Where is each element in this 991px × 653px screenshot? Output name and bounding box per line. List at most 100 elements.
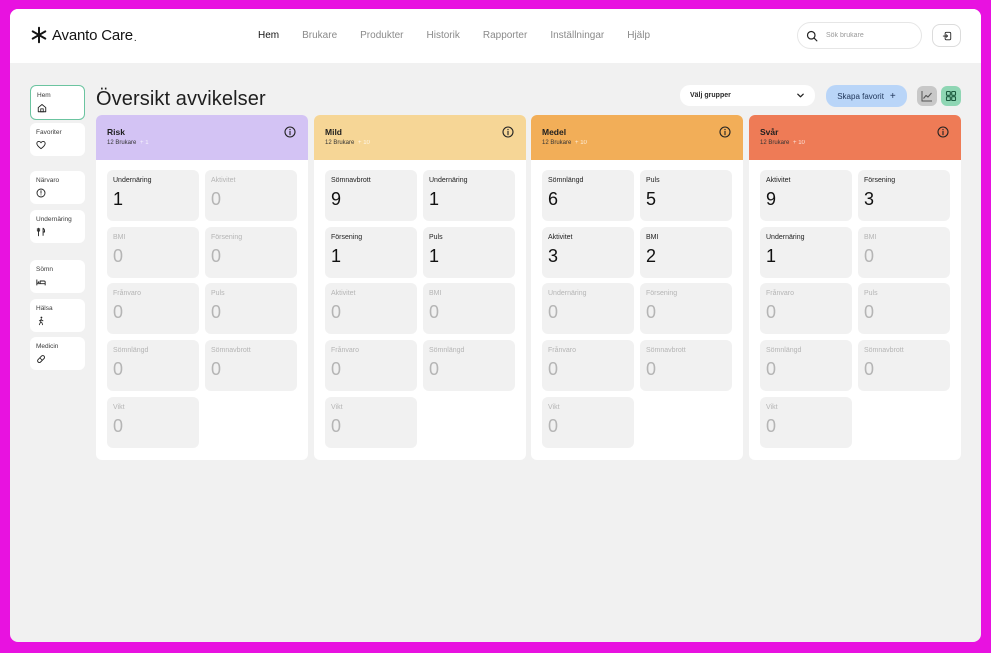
deviation-card[interactable]: Aktivitet 3 xyxy=(542,226,634,278)
card-label: Sömnlängd xyxy=(429,347,465,355)
sidebar-item-favoriter[interactable]: Favoriter xyxy=(30,123,85,156)
info-icon[interactable] xyxy=(502,126,514,138)
card-value: 0 xyxy=(211,189,222,209)
nav-item-rapporter[interactable]: Rapporter xyxy=(483,30,527,41)
card-value: 1 xyxy=(429,245,440,266)
deviation-card[interactable]: BMI 2 xyxy=(640,226,732,278)
sidebar-item-label: Närvaro xyxy=(36,177,60,184)
clock-icon xyxy=(36,188,79,198)
card-value: 0 xyxy=(864,245,875,266)
card-label: Undernäring xyxy=(548,290,587,298)
deviation-card[interactable]: Aktivitet 9 xyxy=(760,170,852,221)
deviation-card[interactable]: Frånvaro 0 xyxy=(325,340,417,392)
nav-item-produkter[interactable]: Produkter xyxy=(360,30,403,41)
deviation-card[interactable]: Vikt 0 xyxy=(542,396,634,448)
deviation-card[interactable]: Vikt 0 xyxy=(325,396,417,448)
sidebar-item-narvaro[interactable]: Närvaro xyxy=(30,171,85,204)
sidebar-item-undernaring[interactable]: Undernäring xyxy=(30,210,85,243)
deviation-card[interactable]: Vikt 0 xyxy=(107,396,199,448)
deviation-card[interactable]: Sömnlängd 0 xyxy=(423,340,515,392)
deviation-card[interactable]: Frånvaro 0 xyxy=(542,340,634,392)
deviation-card[interactable]: Vikt 0 xyxy=(760,396,852,448)
nav-item-historik[interactable]: Historik xyxy=(427,30,460,41)
chart-view-button[interactable] xyxy=(917,86,937,106)
deviation-card[interactable]: Sömnavbrott 0 xyxy=(205,340,297,392)
deviation-card[interactable]: Undernäring 1 xyxy=(760,226,852,278)
card-label: Försening xyxy=(211,233,243,241)
search-input[interactable] xyxy=(826,32,911,39)
brand-logo[interactable]: Avanto Care . xyxy=(30,26,137,44)
deviation-card[interactable]: Försening 3 xyxy=(858,170,950,221)
column-count: 12 Brukare + 10 xyxy=(325,140,370,146)
deviation-card[interactable]: Försening 1 xyxy=(325,226,417,278)
deviation-card[interactable]: Sömnavbrott 0 xyxy=(640,340,732,392)
deviation-card[interactable]: Frånvaro 0 xyxy=(760,283,852,335)
deviation-card[interactable]: Undernäring 0 xyxy=(542,283,634,335)
sidebar-item-medicin[interactable]: Medicin xyxy=(30,337,85,370)
column-delta: + 10 xyxy=(575,140,587,146)
deviation-card[interactable]: BMI 0 xyxy=(107,226,199,278)
sidebar-item-hem[interactable]: Hem xyxy=(30,85,85,120)
card-label: BMI xyxy=(113,233,126,241)
sidebar-item-label: Hälsa xyxy=(36,305,53,312)
deviation-card[interactable]: Frånvaro 0 xyxy=(107,283,199,335)
card-label: BMI xyxy=(864,233,877,241)
pill-icon xyxy=(36,354,79,364)
nav-item-hem[interactable]: Hem xyxy=(258,30,279,41)
chevron-down-icon xyxy=(797,93,804,98)
deviation-card[interactable]: Sömnlängd 0 xyxy=(107,340,199,392)
group-select[interactable]: Välj grupper xyxy=(680,85,815,106)
deviation-card[interactable]: Sömnavbrott 9 xyxy=(325,170,417,221)
sidebar-item-somn[interactable]: Sömn xyxy=(30,260,85,293)
card-label: Undernäring xyxy=(113,177,152,184)
deviation-card[interactable]: Sömnlängd 6 xyxy=(542,170,634,221)
deviation-card[interactable]: Puls 0 xyxy=(205,283,297,335)
deviation-card[interactable]: Undernäring 1 xyxy=(423,170,515,221)
nav-item-installningar[interactable]: Inställningar xyxy=(550,30,604,41)
card-value: 0 xyxy=(331,415,342,436)
deviation-card[interactable]: Puls 1 xyxy=(423,226,515,278)
column-header: Medel 12 Brukare + 10 xyxy=(531,115,743,160)
info-icon[interactable] xyxy=(719,126,731,138)
deviation-card[interactable]: Aktivitet 0 xyxy=(325,283,417,335)
card-label: Undernäring xyxy=(429,177,468,184)
card-label: Undernäring xyxy=(766,233,805,241)
sidebar-item-label: Sömn xyxy=(36,266,53,273)
card-label: Aktivitet xyxy=(331,290,356,298)
deviation-card[interactable]: Sömnlängd 0 xyxy=(760,340,852,392)
card-value: 0 xyxy=(646,302,657,323)
card-label: Vikt xyxy=(548,403,560,411)
create-favorite-button[interactable]: Skapa favorit + xyxy=(826,85,907,107)
column-title: Svår xyxy=(760,127,779,137)
column-mild: Mild 12 Brukare + 10 Sömnavbrott 9 Undernä… xyxy=(314,115,526,460)
card-value: 3 xyxy=(864,189,875,209)
deviation-card[interactable]: Undernäring 1 xyxy=(107,170,199,221)
card-label: Sömnavbrott xyxy=(211,347,251,355)
sidebar-item-halsa[interactable]: Hälsa xyxy=(30,299,85,332)
column-title: Medel xyxy=(542,127,567,137)
nav-item-hjalp[interactable]: Hjälp xyxy=(627,30,650,41)
deviation-card[interactable]: BMI 0 xyxy=(858,226,950,278)
deviation-card[interactable]: Försening 0 xyxy=(205,226,297,278)
card-label: Sömnavbrott xyxy=(646,347,686,355)
deviation-card[interactable]: Puls 0 xyxy=(858,283,950,335)
deviation-card[interactable]: Aktivitet 0 xyxy=(205,170,297,221)
card-value: 0 xyxy=(113,302,124,323)
info-icon[interactable] xyxy=(284,126,296,138)
grid-view-button[interactable] xyxy=(941,86,961,106)
card-label: Sömnavbrott xyxy=(864,347,904,355)
top-bar: Avanto Care . Hem Brukare Produkter Hist… xyxy=(10,9,981,63)
sidebar-item-label: Hem xyxy=(37,92,51,99)
deviation-card[interactable]: Försening 0 xyxy=(640,283,732,335)
deviation-card[interactable]: Sömnavbrott 0 xyxy=(858,340,950,392)
deviation-card[interactable]: BMI 0 xyxy=(423,283,515,335)
deviation-card[interactable]: Puls 5 xyxy=(640,170,732,221)
plus-icon: + xyxy=(889,90,896,102)
line-chart-icon xyxy=(921,91,932,102)
info-icon[interactable] xyxy=(937,126,949,138)
card-value: 0 xyxy=(864,302,875,323)
card-value: 1 xyxy=(113,189,124,209)
logout-button[interactable] xyxy=(932,24,961,47)
main-nav: Hem Brukare Produkter Historik Rapporter… xyxy=(258,30,673,41)
nav-item-brukare[interactable]: Brukare xyxy=(302,30,337,41)
